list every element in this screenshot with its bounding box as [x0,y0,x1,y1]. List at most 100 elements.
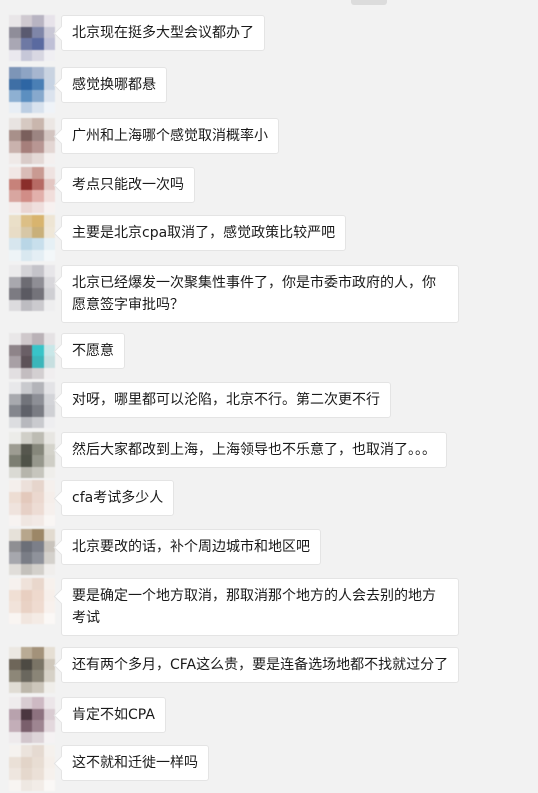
avatar-pixel [43,382,55,394]
avatar-pixel [20,167,32,179]
avatar-pixel [43,552,55,564]
avatar-pixel [20,601,32,613]
avatar-pixel [20,141,32,153]
avatar-pixel [43,720,55,732]
avatar-pixel [32,745,44,757]
avatar[interactable] [9,578,55,624]
avatar[interactable] [9,15,55,61]
avatar-pixel [43,455,55,467]
message-bubble[interactable]: 北京现在挺多大型会议都办了 [61,15,265,51]
avatar-pixel [9,745,21,757]
avatar-pixel [20,178,32,190]
avatar[interactable] [9,118,55,164]
avatar-pixel [32,356,44,368]
avatar-pixel [32,249,44,261]
avatar-pixel [43,152,55,164]
avatar-pixel [20,745,32,757]
avatar-pixel [9,514,21,526]
avatar-pixel [9,681,21,693]
avatar-pixel [32,768,44,780]
avatar-pixel [20,540,32,552]
avatar[interactable] [9,432,55,478]
avatar-pixel [32,647,44,659]
avatar[interactable] [9,529,55,575]
avatar-pixel [32,514,44,526]
avatar-pixel [43,405,55,417]
avatar-pixel [9,299,21,311]
message-bubble[interactable]: 主要是北京cpa取消了，感觉政策比较严吧 [61,215,347,251]
avatar-pixel [9,49,21,61]
avatar[interactable] [9,215,55,261]
message-bubble[interactable]: 要是确定一个地方取消，那取消那个地方的人会去别的地方考试 [61,578,459,636]
avatar[interactable] [9,333,55,379]
avatar[interactable] [9,265,55,311]
avatar-pixel [32,167,44,179]
avatar-pixel [9,480,21,492]
avatar-pixel [20,514,32,526]
avatar-pixel [20,416,32,428]
avatar-pixel [32,38,44,50]
avatar-pixel [20,201,32,213]
avatar-pixel [32,455,44,467]
message-bubble[interactable]: 感觉换哪都悬 [61,67,167,103]
avatar-pixel [20,344,32,356]
avatar-pixel [9,578,21,590]
avatar-pixel [20,299,32,311]
message-bubble[interactable]: cfa考试多少人 [61,480,175,516]
avatar-pixel [9,190,21,202]
avatar-pixel [9,201,21,213]
avatar[interactable] [9,67,55,113]
avatar-pixel [20,49,32,61]
avatar-pixel [9,756,21,768]
avatar-pixel [32,552,44,564]
message-bubble[interactable]: 北京要改的话，补个周边城市和地区吧 [61,529,321,565]
avatar-pixel [43,647,55,659]
avatar-pixel [32,612,44,624]
avatar-pixel [43,466,55,478]
avatar-pixel [43,578,55,590]
message-bubble[interactable]: 然后大家都改到上海，上海领导也不乐意了，也取消了。。。 [61,432,447,468]
avatar-pixel [20,90,32,102]
avatar-pixel [43,731,55,743]
avatar-pixel [20,26,32,38]
avatar-pixel [32,382,44,394]
avatar-pixel [32,26,44,38]
avatar-pixel [43,697,55,709]
avatar-pixel [20,288,32,300]
avatar-pixel [9,432,21,444]
avatar-pixel [9,129,21,141]
avatar-pixel [20,249,32,261]
avatar-pixel [9,503,21,515]
message-bubble[interactable]: 不愿意 [61,333,125,369]
message-bubble[interactable]: 对呀，哪里都可以沦陷，北京不行。第二次更不行 [61,382,391,418]
avatar[interactable] [9,480,55,526]
avatar-pixel [32,578,44,590]
avatar-pixel [20,466,32,478]
avatar-pixel [43,38,55,50]
message-bubble[interactable]: 考点只能改一次吗 [61,167,195,203]
message-bubble[interactable]: 北京已经爆发一次聚集性事件了，你是市委市政府的人，你愿意签字审批吗？ [61,265,459,323]
avatar[interactable] [9,697,55,743]
message-bubble[interactable]: 这不就和迁徙一样吗 [61,745,209,781]
avatar-pixel [43,670,55,682]
avatar-pixel [20,756,32,768]
avatar[interactable] [9,382,55,428]
avatar-pixel [9,529,21,541]
avatar-pixel [32,129,44,141]
avatar-pixel [32,101,44,113]
avatar-pixel [9,589,21,601]
message-bubble[interactable]: 还有两个多月，CFA这么贵，要是连备选场地都不找就过分了 [61,647,460,683]
avatar-pixel [43,249,55,261]
avatar-pixel [43,745,55,757]
message-bubble[interactable]: 肯定不如CPA [61,697,166,733]
avatar[interactable] [9,167,55,213]
avatar[interactable] [9,745,55,791]
avatar-pixel [20,670,32,682]
message-bubble[interactable]: 广州和上海哪个感觉取消概率小 [61,118,279,154]
avatar[interactable] [9,647,55,693]
avatar-pixel [43,681,55,693]
avatar-pixel [43,299,55,311]
avatar-pixel [9,26,21,38]
avatar-pixel [9,455,21,467]
avatar-pixel [43,190,55,202]
